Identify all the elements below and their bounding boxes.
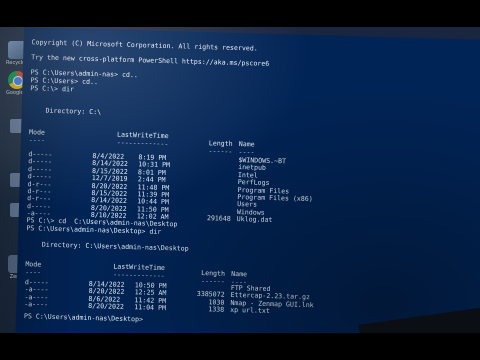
directory-listing-c: d----- 8/4/2022 8:19 PM $WINDOWS.~BT d----- 8… <box>24 27 480 224</box>
time-cell: 11:04 PM <box>134 303 167 313</box>
length-cell <box>198 163 232 164</box>
date-cell: 8/20/2022 <box>88 302 125 312</box>
prompt-line: PS C:\> dir <box>30 84 75 94</box>
table-row: -a---- 8/20/2022 12:25 AM 3385072 Ettercap-2… <box>24 27 480 302</box>
prompt-line: PS C:\Users\admin-nas\Desktop> <box>23 312 144 324</box>
length-cell <box>197 193 231 194</box>
name-cell: xp url.txt <box>230 306 270 316</box>
length-cell: 291648 <box>206 214 231 224</box>
copyright-line: Copyright (C) Microsoft Corporation. All… <box>31 38 258 53</box>
pscore-line: Try the new cross-platform PowerShell ht… <box>31 53 270 68</box>
lastwritetime-dashes: ------------- <box>113 270 165 281</box>
table-row: -a---- 8/20/2022 11:04 PM 1338 xp url.txt <box>24 27 480 315</box>
prompt-line: PS C:\Users\admin-nas\Desktop> dir <box>26 224 162 236</box>
table-row: -a---- 8/6/2022 11:42 PM 1030 Nmap - Zenmap … <box>24 27 480 309</box>
table-row: d-r--- 8/15/2022 11:39 PM Program Files (x8… <box>24 27 480 203</box>
length-cell <box>198 178 232 179</box>
table-row: d----- 8/14/2022 10:31 PM inetpub <box>24 27 480 173</box>
mode-dashes: ---- <box>25 268 42 277</box>
lastwritetime-dashes: ------------- <box>116 138 169 149</box>
table-row: -a---- 8/10/2022 12:02 AM 291648 Uklog.dat <box>24 27 480 224</box>
table-row: d-r--- 8/20/2022 11:48 PM Program Files <box>24 27 480 195</box>
length-cell <box>198 186 232 187</box>
directory-listing-desktop: d----- 8/14/2022 10:50 PM FTP Shared -a---- 8… <box>24 27 480 315</box>
table-row: d----- 8/4/2022 8:19 PM $WINDOWS.~BT <box>24 27 480 165</box>
length-cell <box>198 171 232 172</box>
length-cell: 1338 <box>208 305 225 314</box>
mode-dashes: ---- <box>28 136 45 145</box>
table-row: d----- 8/14/2022 10:50 PM FTP Shared <box>24 27 480 293</box>
table-row: d-r--- 8/14/2022 10:44 PM Users <box>24 27 480 209</box>
length-dashes: ------ <box>208 147 233 156</box>
length-cell <box>197 208 231 209</box>
name-cell: Uklog.dat <box>236 215 273 225</box>
letterbox-bottom <box>0 333 480 360</box>
table-row: d----- 8/20/2022 11:50 PM Windows <box>24 27 480 217</box>
length-cell <box>197 200 231 201</box>
monitor-photo: Recycle B Google Chrome Zenm Copyright (… <box>0 27 480 333</box>
directory-heading: Directory: C:\ <box>29 106 102 117</box>
mode-cell: -a---- <box>24 300 49 309</box>
powershell-window[interactable]: Copyright (C) Microsoft Corporation. All… <box>15 27 480 333</box>
table-row: d----- 8/15/2022 8:01 PM Intel <box>24 27 480 179</box>
length-dashes: ------ <box>200 277 225 286</box>
directory-heading: Directory: C:\Users\admin-nas\Desktop <box>25 240 189 253</box>
table-row: d----- 12/7/2019 2:44 PM PerfLogs <box>24 27 480 187</box>
letterbox-top <box>0 0 480 27</box>
